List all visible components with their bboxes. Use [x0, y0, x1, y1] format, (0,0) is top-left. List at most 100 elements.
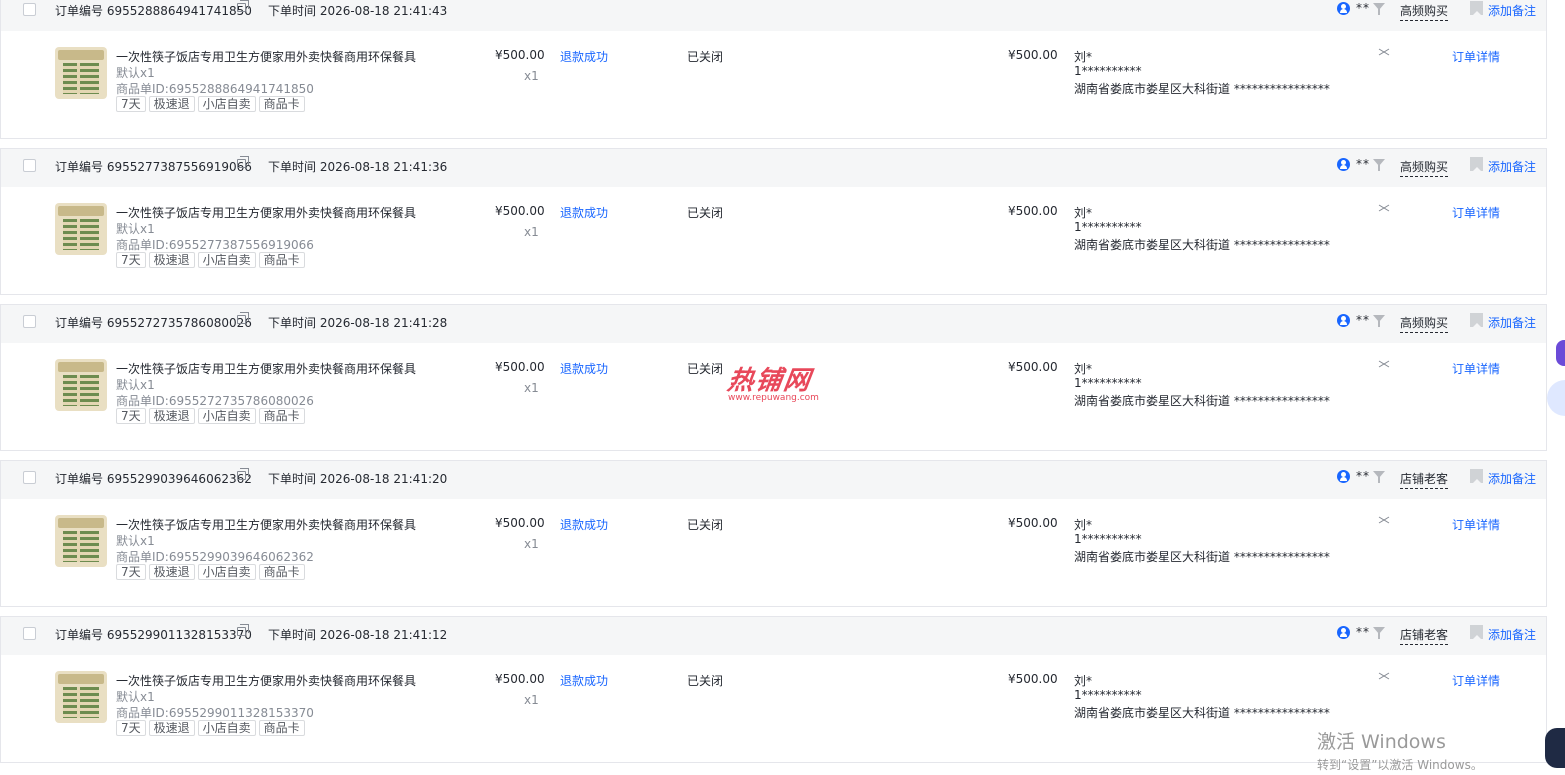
collapse-icon[interactable] — [1378, 358, 1390, 370]
product-thumbnail[interactable] — [55, 671, 107, 723]
product-spec: 默认x1 — [116, 534, 155, 548]
product-spec: 默认x1 — [116, 690, 155, 704]
flag-icon[interactable] — [1470, 313, 1483, 327]
buyer-tag[interactable]: 高频购买 — [1400, 2, 1449, 21]
product-tags: 7天 极速退 小店自卖 商品卡 — [116, 720, 305, 736]
robot-helper-icon[interactable] — [1545, 728, 1565, 768]
order-detail-link[interactable]: 订单详情 — [1452, 516, 1500, 533]
order-detail-link[interactable]: 订单详情 — [1452, 204, 1500, 221]
add-note-link[interactable]: 添加备注 — [1488, 626, 1536, 643]
product-title[interactable]: 一次性筷子饭店专用卫生方便家用外卖快餐商用环保餐具 — [116, 204, 416, 221]
product-id: 商品单ID:6955277387556919066 — [116, 238, 314, 252]
buyer-icon[interactable] — [1337, 626, 1350, 639]
copy-icon[interactable] — [237, 312, 249, 324]
receiver-name: 刘* — [1074, 206, 1093, 220]
floating-assistant-icon[interactable] — [1556, 340, 1565, 366]
order-detail-link[interactable]: 订单详情 — [1452, 672, 1500, 689]
product-tag: 7天 — [116, 96, 146, 112]
windows-activation-notice: 激活 Windows 转到“设置”以激活 Windows。 — [1317, 727, 1483, 773]
collapse-icon[interactable] — [1378, 514, 1390, 526]
add-note-link[interactable]: 添加备注 — [1488, 2, 1536, 19]
quantity: x1 — [524, 693, 539, 707]
collapse-icon[interactable] — [1378, 670, 1390, 682]
product-title[interactable]: 一次性筷子饭店专用卫生方便家用外卖快餐商用环保餐具 — [116, 48, 416, 65]
refund-status-link[interactable]: 退款成功 — [560, 360, 608, 377]
product-thumbnail[interactable] — [55, 203, 107, 255]
buyer-tag[interactable]: 高频购买 — [1400, 158, 1449, 177]
receiver-phone: 1********** — [1074, 64, 1142, 78]
order-header: 订单编号 6955299039646062362 下单时间 2026-08-18… — [1, 461, 1546, 499]
refund-status-link[interactable]: 退款成功 — [560, 48, 608, 65]
order-detail-link[interactable]: 订单详情 — [1452, 48, 1500, 65]
order-status: 已关闭 — [687, 362, 724, 376]
collapse-icon[interactable] — [1378, 202, 1390, 214]
order-select-checkbox[interactable] — [23, 471, 36, 484]
copy-icon[interactable] — [237, 0, 249, 12]
product-tags: 7天 极速退 小店自卖 商品卡 — [116, 96, 305, 112]
buyer-tag[interactable]: 店铺老客 — [1400, 626, 1449, 645]
add-note-link[interactable]: 添加备注 — [1488, 158, 1536, 175]
order-select-checkbox[interactable] — [23, 627, 36, 640]
product-thumbnail[interactable] — [55, 359, 107, 411]
order-number: 订单编号 6955272735786080026 — [55, 316, 252, 330]
product-tag: 7天 — [116, 252, 146, 268]
order-card: 订单编号 6955299039646062362 下单时间 2026-08-18… — [0, 460, 1547, 607]
buyer-tag[interactable]: 店铺老客 — [1400, 470, 1449, 489]
order-number: 订单编号 6955299039646062362 — [55, 472, 252, 486]
refund-status-link[interactable]: 退款成功 — [560, 672, 608, 689]
floating-tool-icon[interactable] — [1547, 380, 1565, 416]
flag-icon[interactable] — [1470, 1, 1483, 15]
product-thumbnail[interactable] — [55, 47, 107, 99]
unit-price: ¥500.00 — [495, 516, 545, 530]
flag-icon[interactable] — [1470, 469, 1483, 483]
product-tag: 7天 — [116, 564, 146, 580]
filter-icon[interactable] — [1373, 315, 1385, 327]
order-header: 订单编号 6955277387556919066 下单时间 2026-08-18… — [1, 149, 1546, 187]
order-number: 订单编号 6955288864941741850 — [55, 4, 252, 18]
buyer-name-mask: ** — [1356, 625, 1370, 639]
product-spec: 默认x1 — [116, 378, 155, 392]
product-title[interactable]: 一次性筷子饭店专用卫生方便家用外卖快餐商用环保餐具 — [116, 672, 416, 689]
add-note-link[interactable]: 添加备注 — [1488, 470, 1536, 487]
activation-title: 激活 Windows — [1317, 731, 1446, 753]
copy-icon[interactable] — [237, 624, 249, 636]
flag-icon[interactable] — [1470, 157, 1483, 171]
copy-icon[interactable] — [237, 156, 249, 168]
product-tag: 商品卡 — [258, 252, 305, 268]
product-tag: 7天 — [116, 720, 146, 736]
order-select-checkbox[interactable] — [23, 3, 36, 16]
product-tag: 极速退 — [148, 408, 195, 424]
product-title[interactable]: 一次性筷子饭店专用卫生方便家用外卖快餐商用环保餐具 — [116, 516, 416, 533]
filter-icon[interactable] — [1373, 471, 1385, 483]
order-select-checkbox[interactable] — [23, 159, 36, 172]
buyer-icon[interactable] — [1337, 314, 1350, 327]
order-card: 订单编号 6955277387556919066 下单时间 2026-08-18… — [0, 148, 1547, 295]
product-tags: 7天 极速退 小店自卖 商品卡 — [116, 408, 305, 424]
refund-status-link[interactable]: 退款成功 — [560, 516, 608, 533]
buyer-name-mask: ** — [1356, 1, 1370, 15]
product-thumbnail[interactable] — [55, 515, 107, 567]
flag-icon[interactable] — [1470, 625, 1483, 639]
buyer-icon[interactable] — [1337, 158, 1350, 171]
buyer-icon[interactable] — [1337, 470, 1350, 483]
add-note-link[interactable]: 添加备注 — [1488, 314, 1536, 331]
buyer-tag[interactable]: 高频购买 — [1400, 314, 1449, 333]
receiver-address: 湖南省娄底市娄星区大科街道 **************** — [1074, 706, 1330, 720]
refund-status-link[interactable]: 退款成功 — [560, 204, 608, 221]
order-select-checkbox[interactable] — [23, 315, 36, 328]
receiver-address: 湖南省娄底市娄星区大科街道 **************** — [1074, 82, 1330, 96]
product-title[interactable]: 一次性筷子饭店专用卫生方便家用外卖快餐商用环保餐具 — [116, 360, 416, 377]
buyer-icon[interactable] — [1337, 2, 1350, 15]
order-time: 下单时间 2026-08-18 21:41:12 — [268, 628, 448, 642]
product-id: 商品单ID:6955288864941741850 — [116, 82, 314, 96]
receiver-address: 湖南省娄底市娄星区大科街道 **************** — [1074, 238, 1330, 252]
copy-icon[interactable] — [237, 468, 249, 480]
filter-icon[interactable] — [1373, 159, 1385, 171]
filter-icon[interactable] — [1373, 3, 1385, 15]
product-tag: 7天 — [116, 408, 146, 424]
product-spec: 默认x1 — [116, 222, 155, 236]
order-detail-link[interactable]: 订单详情 — [1452, 360, 1500, 377]
receiver-phone: 1********** — [1074, 532, 1142, 546]
filter-icon[interactable] — [1373, 627, 1385, 639]
collapse-icon[interactable] — [1378, 46, 1390, 58]
